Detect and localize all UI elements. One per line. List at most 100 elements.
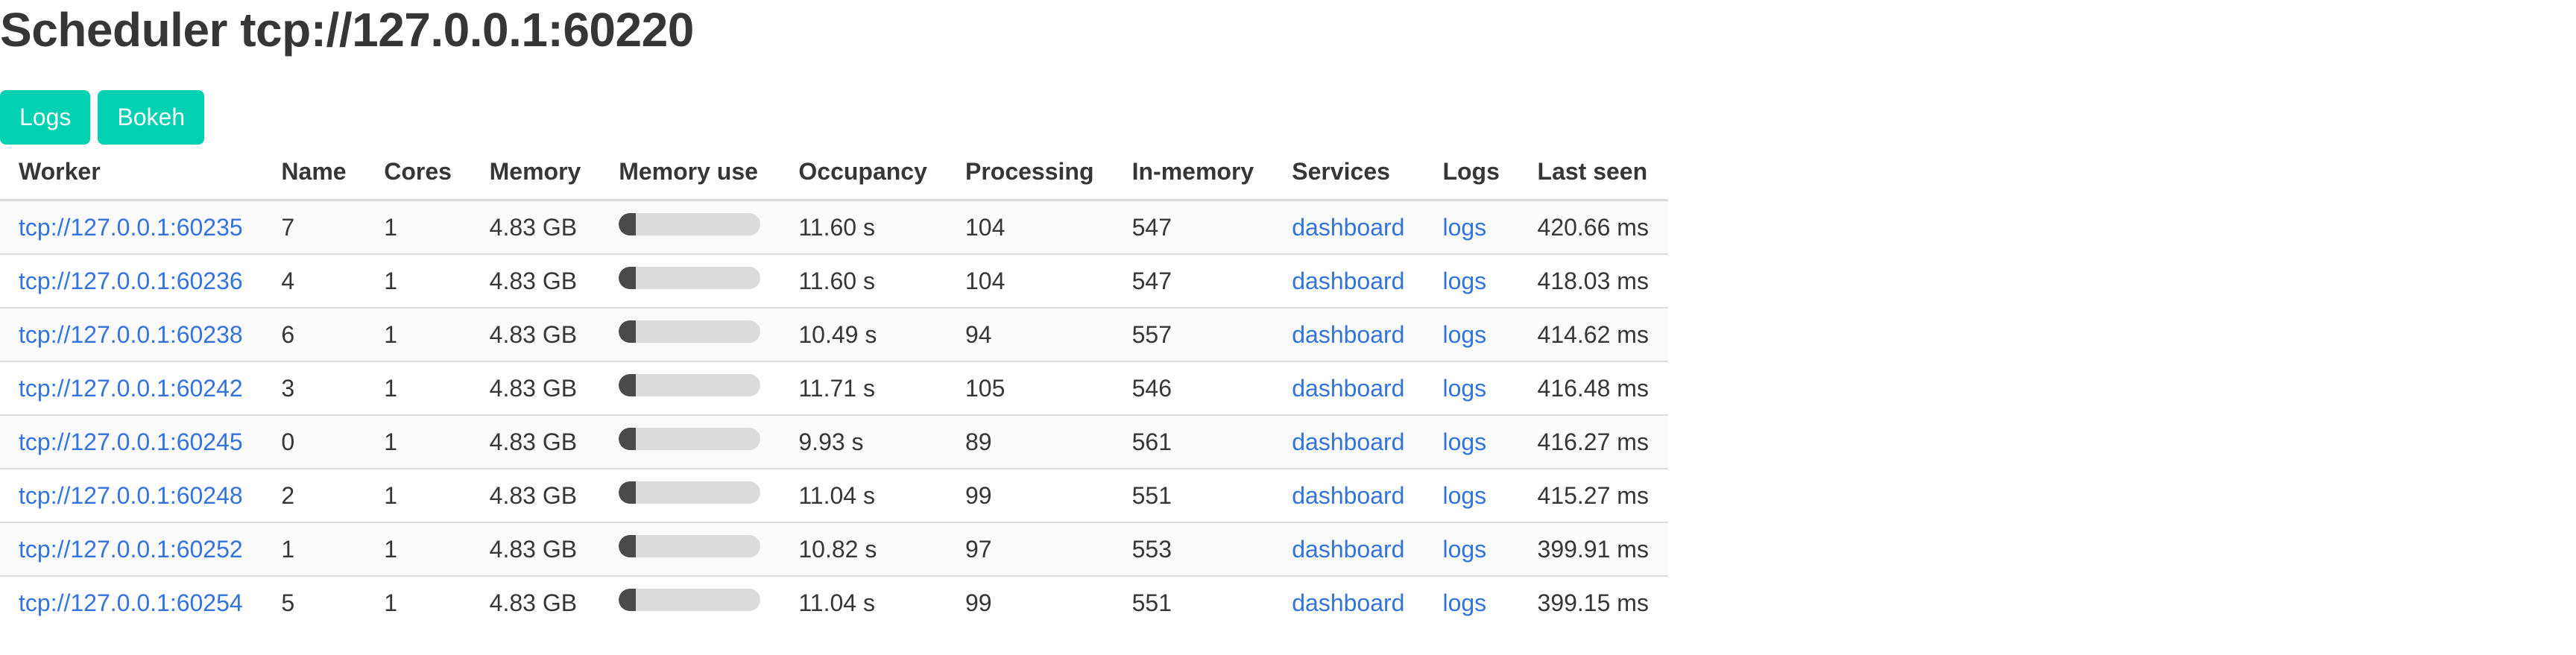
page-title: Scheduler tcp://127.0.0.1:60220 xyxy=(0,3,694,57)
worker-link[interactable]: tcp://127.0.0.1:60236 xyxy=(19,268,243,294)
processing-cell: 99 xyxy=(965,589,992,616)
last-seen-cell: 416.48 ms xyxy=(1518,361,1668,416)
header-memory-use: Memory use xyxy=(600,145,780,201)
memory-use-bar xyxy=(619,589,761,611)
worker-link[interactable]: tcp://127.0.0.1:60252 xyxy=(19,536,243,563)
cores-cell: 1 xyxy=(365,469,471,523)
cores-cell: 1 xyxy=(365,254,471,308)
worker-logs-link[interactable]: logs xyxy=(1442,589,1486,616)
processing-cell: 97 xyxy=(946,522,1114,577)
dashboard-link[interactable]: dashboard xyxy=(1292,375,1404,402)
in-memory-cell: 547 xyxy=(1113,200,1274,255)
in-memory-cell: 553 xyxy=(1113,522,1274,577)
worker-link[interactable]: tcp://127.0.0.1:60248 xyxy=(19,482,243,509)
processing-cell: 89 xyxy=(946,415,1114,469)
table-row: tcp://127.0.0.1:60248 2 1 4.83 GB 11.04 s 99 5… xyxy=(0,469,1668,523)
logs-cell: logs xyxy=(1424,415,1519,469)
processing-cell: 104 xyxy=(946,200,1114,255)
memory-cell: 4.83 GB xyxy=(470,415,601,469)
cores-cell: 1 xyxy=(384,589,398,616)
logs-cell: logs xyxy=(1424,361,1519,416)
dashboard-link[interactable]: dashboard xyxy=(1292,214,1404,241)
worker-logs-link[interactable]: logs xyxy=(1442,536,1486,563)
worker-link[interactable]: tcp://127.0.0.1:60242 xyxy=(19,375,243,402)
last-seen-cell: 399.91 ms xyxy=(1518,522,1668,577)
worker-cell: tcp://127.0.0.1:60245 xyxy=(0,415,263,469)
memory-use-cell xyxy=(600,361,780,416)
memory-use-cell xyxy=(600,576,780,629)
table-row: tcp://127.0.0.1:60254 5 1 4.83 GB 11.04 s 99 5… xyxy=(0,576,1668,629)
table-body: tcp://127.0.0.1:60235 7 1 4.83 GB 11.60 s 104… xyxy=(0,200,1668,630)
cores-cell: 1 xyxy=(365,361,471,416)
worker-link[interactable]: tcp://127.0.0.1:60254 xyxy=(19,589,243,616)
worker-cell: tcp://127.0.0.1:60252 xyxy=(0,522,263,577)
worker-logs-link[interactable]: logs xyxy=(1442,375,1486,402)
logs-cell: logs xyxy=(1424,469,1519,523)
worker-cell: tcp://127.0.0.1:60238 xyxy=(0,308,263,362)
bokeh-button[interactable]: Bokeh xyxy=(98,90,205,145)
worker-logs-link[interactable]: logs xyxy=(1442,268,1486,294)
dashboard-link[interactable]: dashboard xyxy=(1292,428,1404,455)
memory-cell: 4.83 GB xyxy=(470,254,601,308)
name-cell: 7 xyxy=(262,200,366,255)
worker-link[interactable]: tcp://127.0.0.1:60235 xyxy=(19,214,243,241)
header-logs: Logs xyxy=(1424,145,1519,201)
memory-use-bar-fill xyxy=(619,589,636,611)
dashboard-link[interactable]: dashboard xyxy=(1292,321,1404,348)
memory-cell: 4.83 GB xyxy=(470,308,601,362)
header-last-seen: Last seen xyxy=(1518,145,1668,201)
table-header: Worker Name Cores Memory Memory use Occu… xyxy=(0,145,1668,201)
header-name: Name xyxy=(262,145,366,201)
occupancy-cell: 10.82 s xyxy=(780,522,947,577)
name-cell: 2 xyxy=(262,469,366,523)
worker-cell: tcp://127.0.0.1:60254 xyxy=(0,576,262,629)
memory-use-cell xyxy=(600,522,780,577)
header-in-memory: In-memory xyxy=(1113,145,1274,201)
memory-use-cell xyxy=(600,469,780,523)
dashboard-link[interactable]: dashboard xyxy=(1292,268,1404,294)
services-cell: dashboard xyxy=(1273,200,1424,255)
memory-cell: 4.83 GB xyxy=(470,361,601,416)
header-row: Worker Name Cores Memory Memory use Occu… xyxy=(0,145,1668,201)
memory-use-bar xyxy=(619,213,761,235)
last-seen-cell: 399.15 ms xyxy=(1537,589,1649,616)
name-cell: 1 xyxy=(262,522,366,577)
worker-link[interactable]: tcp://127.0.0.1:60245 xyxy=(19,428,243,455)
logs-button[interactable]: Logs xyxy=(0,90,91,145)
name-cell: 0 xyxy=(262,415,366,469)
dashboard-link[interactable]: dashboard xyxy=(1292,536,1404,563)
in-memory-cell: 547 xyxy=(1113,254,1274,308)
last-seen-cell: 416.27 ms xyxy=(1518,415,1668,469)
table-row: tcp://127.0.0.1:60245 0 1 4.83 GB 9.93 s 89 56… xyxy=(0,415,1668,469)
in-memory-cell: 557 xyxy=(1113,308,1274,362)
worker-logs-link[interactable]: logs xyxy=(1442,321,1486,348)
dashboard-link[interactable]: dashboard xyxy=(1292,589,1404,616)
occupancy-cell: 10.49 s xyxy=(780,308,947,362)
name-cell: 3 xyxy=(262,361,366,416)
in-memory-cell: 551 xyxy=(1113,469,1274,523)
worker-link[interactable]: tcp://127.0.0.1:60238 xyxy=(19,321,243,348)
memory-use-cell xyxy=(600,308,780,362)
in-memory-cell: 546 xyxy=(1113,361,1274,416)
memory-use-bar-fill xyxy=(619,213,636,235)
header-cores: Cores xyxy=(365,145,471,201)
worker-cell: tcp://127.0.0.1:60236 xyxy=(0,254,263,308)
memory-cell: 4.83 GB xyxy=(470,522,601,577)
logs-cell: logs xyxy=(1424,522,1519,577)
worker-logs-link[interactable]: logs xyxy=(1442,428,1486,455)
worker-cell: tcp://127.0.0.1:60235 xyxy=(0,200,263,255)
table-row: tcp://127.0.0.1:60252 1 1 4.83 GB 10.82 s 97 5… xyxy=(0,522,1668,577)
services-cell: dashboard xyxy=(1273,415,1424,469)
memory-use-bar xyxy=(619,320,761,343)
in-memory-cell: 561 xyxy=(1113,415,1274,469)
dashboard-link[interactable]: dashboard xyxy=(1292,482,1404,509)
logs-cell: logs xyxy=(1424,200,1519,255)
worker-logs-link[interactable]: logs xyxy=(1442,482,1486,509)
worker-logs-link[interactable]: logs xyxy=(1442,214,1486,241)
logs-cell: logs xyxy=(1424,308,1519,362)
occupancy-cell: 9.93 s xyxy=(780,415,947,469)
services-cell: dashboard xyxy=(1273,308,1424,362)
processing-cell: 94 xyxy=(946,308,1114,362)
last-seen-cell: 415.27 ms xyxy=(1518,469,1668,523)
logs-cell: logs xyxy=(1424,254,1519,308)
